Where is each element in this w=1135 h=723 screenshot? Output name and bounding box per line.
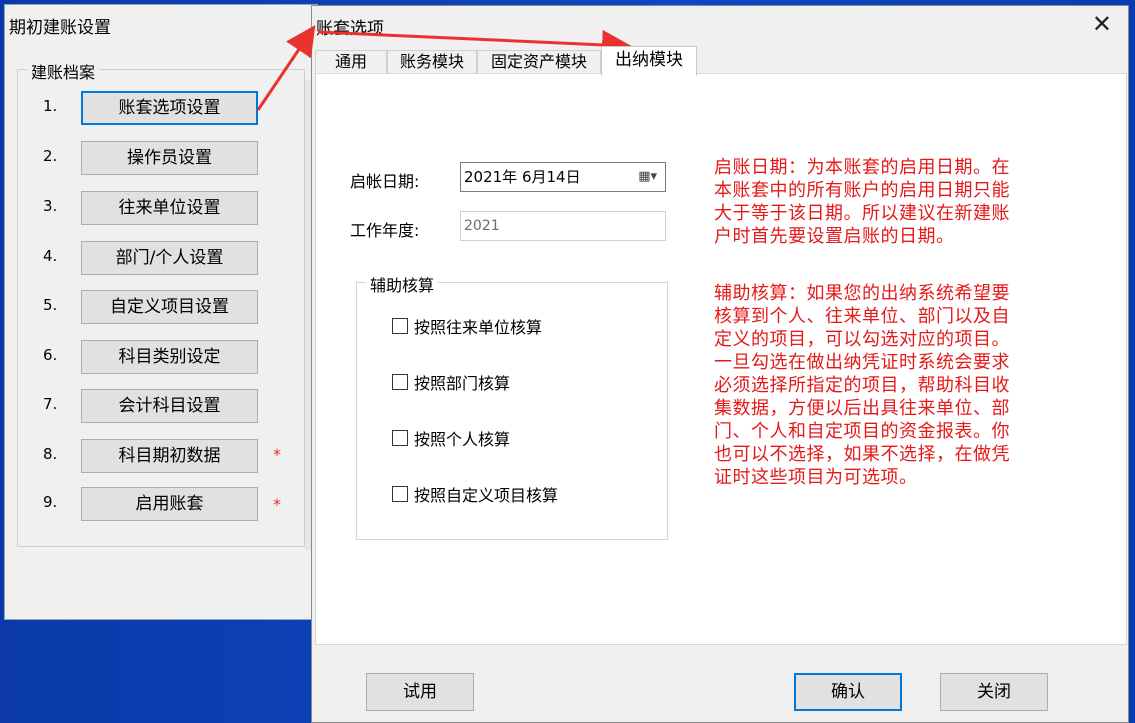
setup-window-title: 期初建账设置 — [9, 18, 111, 38]
item-number: 7. — [43, 395, 58, 413]
aux-group-label: 辅助核算 — [366, 272, 439, 296]
item-number: 2. — [43, 147, 58, 165]
setup-window: 期初建账设置 建账档案 1. 账套选项设置 2. 操作员设置 3. 往来单位设置… — [4, 4, 318, 620]
start-date-picker[interactable]: 2021年 6月14日 ▦▾ — [460, 162, 666, 192]
enable-account-button[interactable]: 启用账套 — [81, 487, 258, 521]
accounting-subject-button[interactable]: 会计科目设置 — [81, 389, 258, 423]
item-number: 8. — [43, 445, 58, 463]
tab-fixed-assets[interactable]: 固定资产模块 — [477, 50, 601, 74]
start-date-note: 启账日期：为本账套的启用日期。在本账套中的所有账户的启用日期只能大于等于该日期。… — [714, 157, 1010, 247]
tab-accounting[interactable]: 账务模块 — [387, 50, 477, 74]
ok-button[interactable]: 确认 — [794, 673, 902, 711]
checkbox-custom-project[interactable]: 按照自定义项目核算 — [392, 482, 558, 506]
archive-group-label: 建账档案 — [27, 59, 100, 83]
operator-settings-button[interactable]: 操作员设置 — [81, 141, 258, 175]
partner-settings-button[interactable]: 往来单位设置 — [81, 191, 258, 225]
tab-general[interactable]: 通用 — [315, 50, 387, 74]
checkbox-box[interactable] — [392, 374, 408, 390]
checkbox-box[interactable] — [392, 430, 408, 446]
work-year-field: 2021 — [460, 211, 666, 241]
calendar-dropdown-icon[interactable]: ▦▾ — [638, 170, 657, 184]
checkbox-label: 按照往来单位核算 — [414, 318, 543, 337]
tab-page-cashier: 启帐日期: 2021年 6月14日 ▦▾ 工作年度: 2021 辅助核算 按照往… — [315, 73, 1127, 645]
custom-project-button[interactable]: 自定义项目设置 — [81, 290, 258, 324]
start-date-value: 2021年 6月14日 — [464, 168, 581, 186]
checkbox-box[interactable] — [392, 486, 408, 502]
required-star: * — [273, 445, 281, 464]
department-person-button[interactable]: 部门/个人设置 — [81, 241, 258, 275]
item-number: 1. — [43, 97, 58, 115]
item-number: 3. — [43, 197, 58, 215]
checkbox-label: 按照个人核算 — [414, 430, 511, 449]
account-options-button[interactable]: 账套选项设置 — [81, 91, 258, 125]
item-number: 9. — [43, 493, 58, 511]
close-button[interactable]: 关闭 — [940, 673, 1048, 711]
aux-note: 辅助核算：如果您的出纳系统希望要核算到个人、往来单位、部门以及自定义的项目，可以… — [714, 283, 1010, 488]
checkbox-label: 按照自定义项目核算 — [414, 486, 559, 505]
checkbox-department[interactable]: 按照部门核算 — [392, 370, 510, 394]
checkbox-person[interactable]: 按照个人核算 — [392, 426, 510, 450]
item-number: 5. — [43, 296, 58, 314]
account-options-dialog: 账套选项 ✕ 通用 账务模块 固定资产模块 出纳模块 启帐日期: 2021年 6… — [311, 5, 1129, 723]
trial-button[interactable]: 试用 — [366, 673, 474, 711]
item-number: 4. — [43, 247, 58, 265]
work-year-label: 工作年度: — [350, 221, 420, 240]
checkbox-label: 按照部门核算 — [414, 374, 511, 393]
tab-cashier[interactable]: 出纳模块 — [601, 46, 697, 76]
close-icon[interactable]: ✕ — [1092, 12, 1112, 36]
checkbox-partner[interactable]: 按照往来单位核算 — [392, 314, 542, 338]
checkbox-box[interactable] — [392, 318, 408, 334]
start-date-label: 启帐日期: — [350, 172, 420, 191]
opening-data-button[interactable]: 科目期初数据 — [81, 439, 258, 473]
subject-category-button[interactable]: 科目类别设定 — [81, 340, 258, 374]
item-number: 6. — [43, 346, 58, 364]
required-star: * — [273, 495, 281, 514]
dialog-title: 账套选项 — [316, 19, 384, 39]
